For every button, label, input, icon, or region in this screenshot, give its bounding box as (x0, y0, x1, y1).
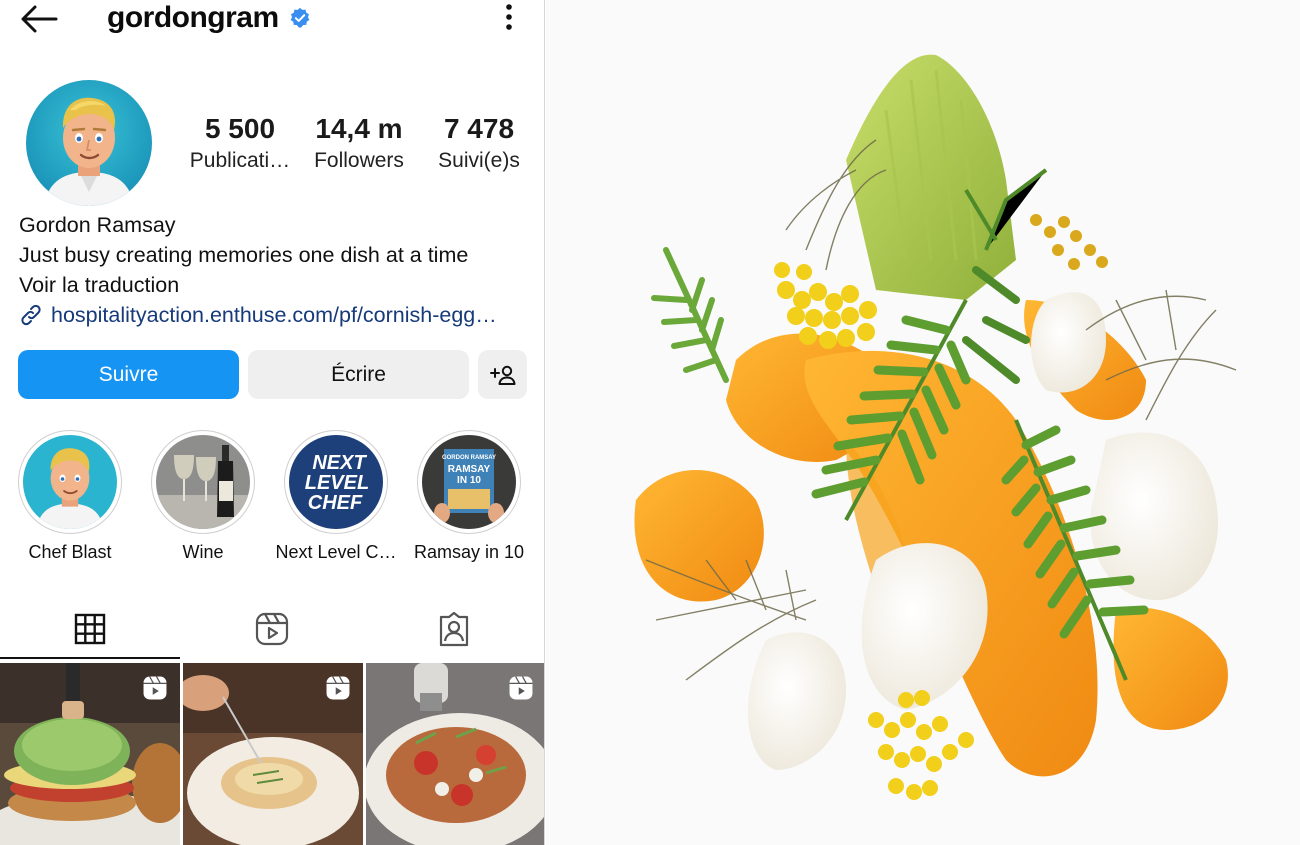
highlight-wine[interactable]: Wine (138, 430, 268, 563)
follow-button[interactable]: Suivre (18, 350, 239, 399)
nlc-line1: NEXT (312, 452, 367, 474)
plated-dish-illustration (546, 0, 1300, 845)
highlight-label: Chef Blast (28, 542, 112, 562)
highlight-ring (18, 430, 122, 534)
top-bar: gordongram (0, 0, 544, 40)
highlight-ring: NEXT LEVEL CHEF (284, 430, 388, 534)
nlc-line2: LEVEL (305, 472, 369, 494)
followers-count: 14,4 m (315, 113, 403, 144)
highlight-ring (151, 430, 255, 534)
chef-blast-cover (23, 435, 117, 529)
reels-icon (255, 612, 289, 646)
post-thumbnail[interactable] (366, 663, 544, 845)
highlight-label: Ramsay in 10 (413, 542, 525, 562)
tagged-icon (439, 611, 469, 647)
ramsay-in-10-cover: GORDON RAMSAY RAMSAY IN 10 (422, 435, 516, 529)
username-header: gordongram (107, 0, 311, 36)
message-button[interactable]: Écrire (248, 350, 469, 399)
suggested-users-button[interactable] (478, 350, 527, 399)
full-name: Gordon Ramsay (19, 213, 176, 237)
post-thumbnail[interactable] (0, 663, 180, 845)
grid-icon (74, 613, 106, 645)
bio-link-text: hospitalityaction.enthuse.com/pf/cornish… (51, 303, 497, 327)
book-title-line1: RAMSAY (448, 464, 491, 475)
link-icon (21, 304, 41, 326)
profile-avatar[interactable] (26, 80, 152, 206)
more-options-button[interactable] (498, 2, 520, 32)
followers-stat[interactable]: 14,4 m Followers (300, 112, 418, 176)
bio-text: Just busy creating memories one dish at … (19, 243, 469, 267)
dish-photo (546, 0, 1300, 845)
profile-tabs (0, 600, 544, 660)
tab-posts-grid[interactable] (0, 600, 180, 658)
verified-badge-icon (290, 7, 310, 28)
see-translation-link[interactable]: Voir la traduction (19, 270, 534, 300)
tab-reels[interactable] (182, 600, 362, 658)
bio-section: Gordon Ramsay Just busy creating memorie… (19, 210, 534, 330)
followers-label: Followers (314, 149, 404, 172)
highlight-label: Wine (182, 542, 224, 562)
back-arrow-icon (21, 5, 58, 33)
more-vertical-icon (506, 4, 512, 30)
book-author: GORDON RAMSAY (442, 455, 496, 461)
following-count: 7 478 (443, 113, 515, 144)
tab-selected-indicator (0, 657, 180, 659)
back-button[interactable] (20, 2, 60, 34)
highlight-ring: GORDON RAMSAY RAMSAY IN 10 (417, 430, 521, 534)
profile-panel: gordongram 5 500 Publicati… 14,4 m Follo… (0, 0, 545, 845)
posts-count: 5 500 (204, 113, 276, 144)
highlight-label: Next Level C… (275, 542, 397, 562)
reel-badge-icon (143, 676, 167, 700)
bio-link[interactable]: hospitalityaction.enthuse.com/pf/cornish… (19, 300, 534, 330)
username: gordongram (107, 1, 279, 34)
reel-badge-icon (326, 676, 350, 700)
following-label: Suivi(e)s (438, 149, 520, 172)
highlight-chef-blast[interactable]: Chef Blast (5, 430, 135, 563)
highlight-ramsay-in-10[interactable]: GORDON RAMSAY RAMSAY IN 10 Ramsay in 10 (404, 430, 534, 563)
book-title-line2: IN 10 (457, 475, 481, 486)
tab-tagged[interactable] (364, 600, 544, 658)
add-person-icon (489, 365, 515, 385)
wine-cover (156, 435, 250, 529)
posts-stat[interactable]: 5 500 Publicati… (180, 112, 300, 176)
next-level-chef-cover: NEXT LEVEL CHEF (289, 435, 383, 529)
following-stat[interactable]: 7 478 Suivi(e)s (428, 112, 530, 176)
post-thumbnail[interactable] (183, 663, 363, 845)
posts-label: Publicati… (189, 149, 291, 172)
highlight-next-level-chef[interactable]: NEXT LEVEL CHEF Next Level C… (271, 430, 401, 563)
avatar-illustration (26, 80, 152, 206)
reel-badge-icon (509, 676, 533, 700)
nlc-line3: CHEF (308, 492, 363, 514)
